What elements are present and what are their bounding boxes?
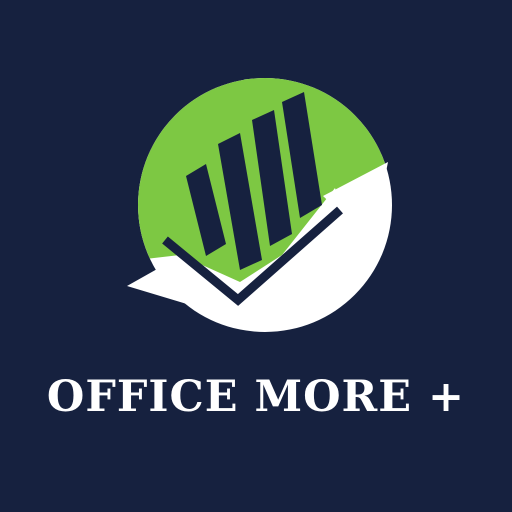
brand-name: OFFICE MORE +: [46, 372, 466, 422]
logo-mark: [127, 78, 392, 332]
